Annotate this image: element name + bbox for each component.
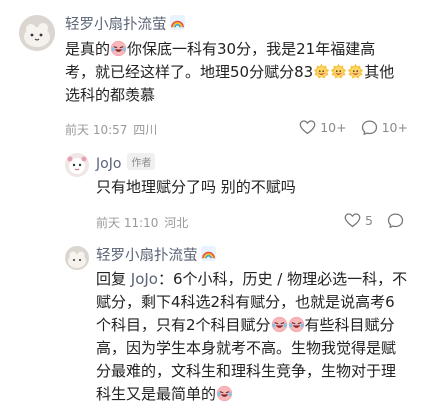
username-text: JoJo [96,156,122,172]
avatar[interactable] [19,15,55,51]
laugh-cry-emoji [110,40,127,57]
username-text: 轻罗小扇扑流萤 [96,248,198,264]
comment-text: 是真的 你保底一科有30分，我是21年福建高考，就已经这样了。地理50分赋分83 其… [65,38,405,107]
comment-actions: 10+ 10+ [285,119,408,136]
heart-icon [344,212,361,229]
avatar[interactable] [65,153,89,177]
reply-button[interactable]: 10+ [361,119,408,136]
like-count: 10+ [320,120,347,135]
sun-face-emoji [330,63,347,80]
username[interactable]: JoJo 作者 [96,153,156,172]
author-badge: 作者 [127,153,156,170]
comment-meta: 前天 11:10 河北 [96,214,188,231]
avatar[interactable] [65,246,89,270]
like-button[interactable]: 10+ [299,119,347,136]
comment-time: 前天 10:57 [65,123,128,137]
reply-count: 10+ [381,120,408,135]
laugh-cry-emoji [216,385,233,402]
comment-item: 轻罗小扇扑流萤 是真的 你保底一科有30分，我是21年福建高考，就已经这样了。地理… [0,0,422,150]
comment-bubble-icon [387,212,404,229]
reply-button[interactable] [387,212,408,229]
laugh-cry-emoji [288,316,305,333]
rainbow-icon [200,245,217,262]
like-button[interactable]: 5 [344,212,373,229]
heart-icon [299,119,316,136]
comment-location: 四川 [133,123,158,137]
laugh-cry-emoji [271,316,288,333]
username-text: 轻罗小扇扑流萤 [65,17,167,33]
like-count: 5 [365,213,373,228]
comment-text-part: 只有地理赋分了吗 别的不赋吗 [96,178,296,196]
comment-location: 河北 [164,216,189,230]
reply-item: 轻罗小扇扑流萤 回复 JoJo：6个小科，历史 / 物理必选一科，不赋分，剩下4… [0,238,422,405]
sun-face-emoji [347,63,364,80]
comment-actions: 5 [330,212,408,229]
comment-text: 回复 JoJo：6个小科，历史 / 物理必选一科，不赋分，剩下4科选2科有赋分，… [96,268,408,406]
comment-text: 只有地理赋分了吗 别的不赋吗 [96,176,406,199]
comment-text-part: 是真的 [65,40,111,58]
rainbow-icon [169,14,186,31]
reply-to-user[interactable]: JoJo [131,270,158,288]
reply-prefix: 回复 [96,270,131,288]
comment-bubble-icon [361,119,378,136]
username[interactable]: 轻罗小扇扑流萤 [65,13,186,34]
comment-meta: 前天 10:57 四川 [65,121,157,138]
username[interactable]: 轻罗小扇扑流萤 [96,244,217,265]
sun-face-emoji [313,63,330,80]
comment-time: 前天 11:10 [96,216,159,230]
reply-item: JoJo 作者 只有地理赋分了吗 别的不赋吗 前天 11:10 河北 5 [0,145,422,240]
